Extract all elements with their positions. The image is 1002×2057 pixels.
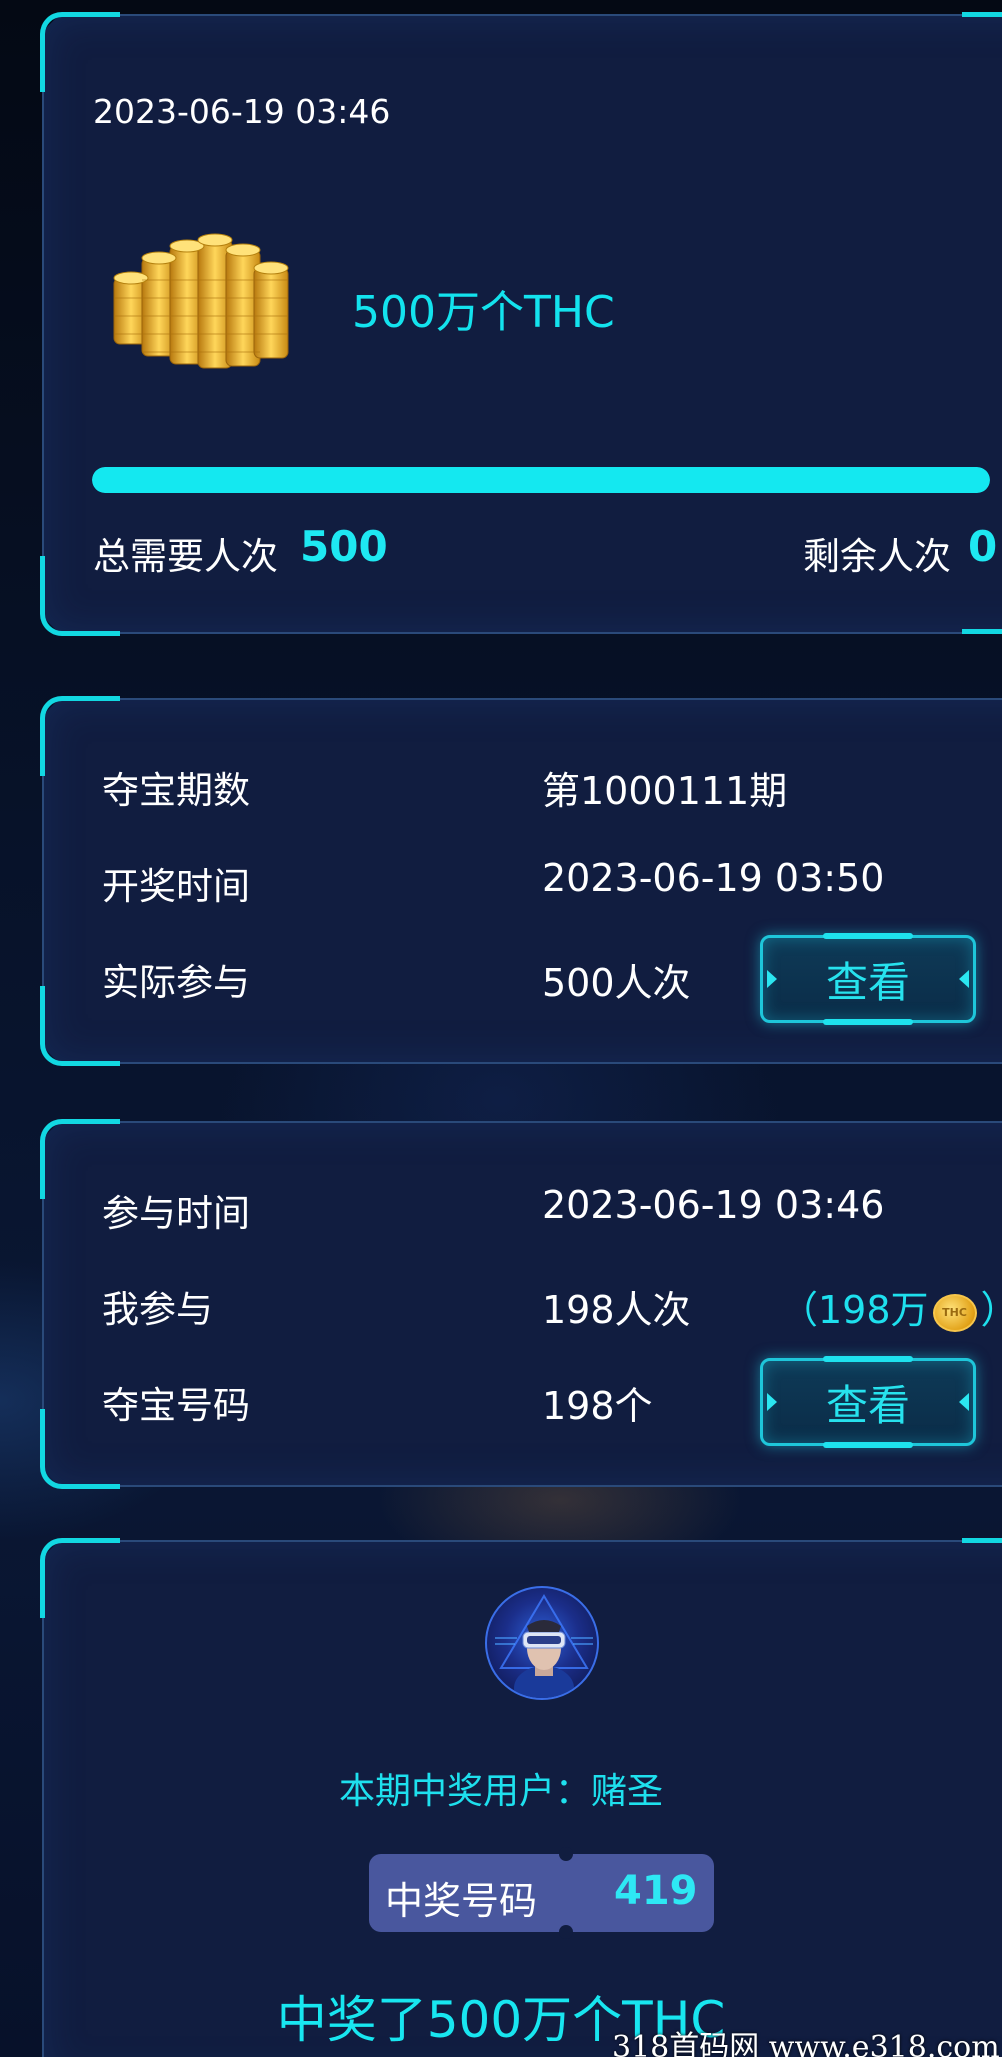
arrow-left-icon — [767, 970, 777, 988]
thc-coin-icon — [932, 1293, 977, 1332]
my-join-value: 198人次 — [542, 1288, 691, 1332]
vr-user-avatar-icon — [495, 1594, 593, 1698]
view-participants-button[interactable]: 查看 — [760, 935, 976, 1023]
view-button-label: 查看 — [825, 957, 910, 1007]
total-required-value: 500 — [300, 522, 388, 571]
numbers-label: 夺宝号码 — [102, 1384, 250, 1427]
participation-progress-bar — [92, 467, 990, 493]
winning-code-label: 中奖号码 — [385, 1879, 538, 1923]
my-cost-close: ） — [981, 1288, 1002, 1332]
remaining-label: 剩余人次 — [803, 535, 951, 578]
my-cost: （198万 ） — [780, 1279, 1002, 1334]
page-background: 2023-06-19 03:46 500万个THC 总需要人次 500 剩余人次… — [0, 0, 1002, 2057]
progress-fill — [92, 467, 990, 493]
join-time-value: 2023-06-19 03:46 — [542, 1183, 885, 1227]
winning-code-box: 中奖号码 419 — [369, 1847, 714, 1939]
draw-time-value: 2023-06-19 03:50 — [542, 856, 885, 900]
winner-user-label: 本期中奖用户：赌圣 — [338, 1771, 663, 1812]
winner-avatar — [485, 1586, 599, 1700]
ticket-notch — [559, 1925, 573, 1939]
period-value: 第1000111期 — [542, 769, 788, 813]
numbers-value: 198个 — [542, 1384, 653, 1428]
prize-title: 500万个THC — [352, 287, 615, 338]
remaining-value: 0 — [968, 522, 998, 571]
view-my-numbers-button[interactable]: 查看 — [760, 1358, 976, 1446]
watermark: 318首码网 www.e318.com — [612, 2030, 1000, 2057]
total-required-label: 总需要人次 — [93, 535, 278, 578]
coin-pile-icon — [113, 233, 289, 369]
arrow-right-icon — [959, 970, 969, 988]
draw-time-label: 开奖时间 — [102, 865, 250, 908]
arrow-left-icon — [767, 1393, 777, 1411]
join-time-label: 参与时间 — [102, 1192, 250, 1235]
view-button-label: 查看 — [825, 1380, 910, 1430]
participants-value: 500人次 — [542, 961, 691, 1005]
participants-label: 实际参与 — [102, 961, 250, 1004]
ticket-notch — [559, 1847, 573, 1861]
arrow-right-icon — [959, 1393, 969, 1411]
winning-code-value: 419 — [614, 1868, 698, 1914]
my-cost-amount: （198万 — [780, 1288, 929, 1332]
period-label: 夺宝期数 — [102, 769, 250, 812]
draw-date: 2023-06-19 03:46 — [93, 92, 391, 131]
my-join-label: 我参与 — [102, 1288, 213, 1331]
